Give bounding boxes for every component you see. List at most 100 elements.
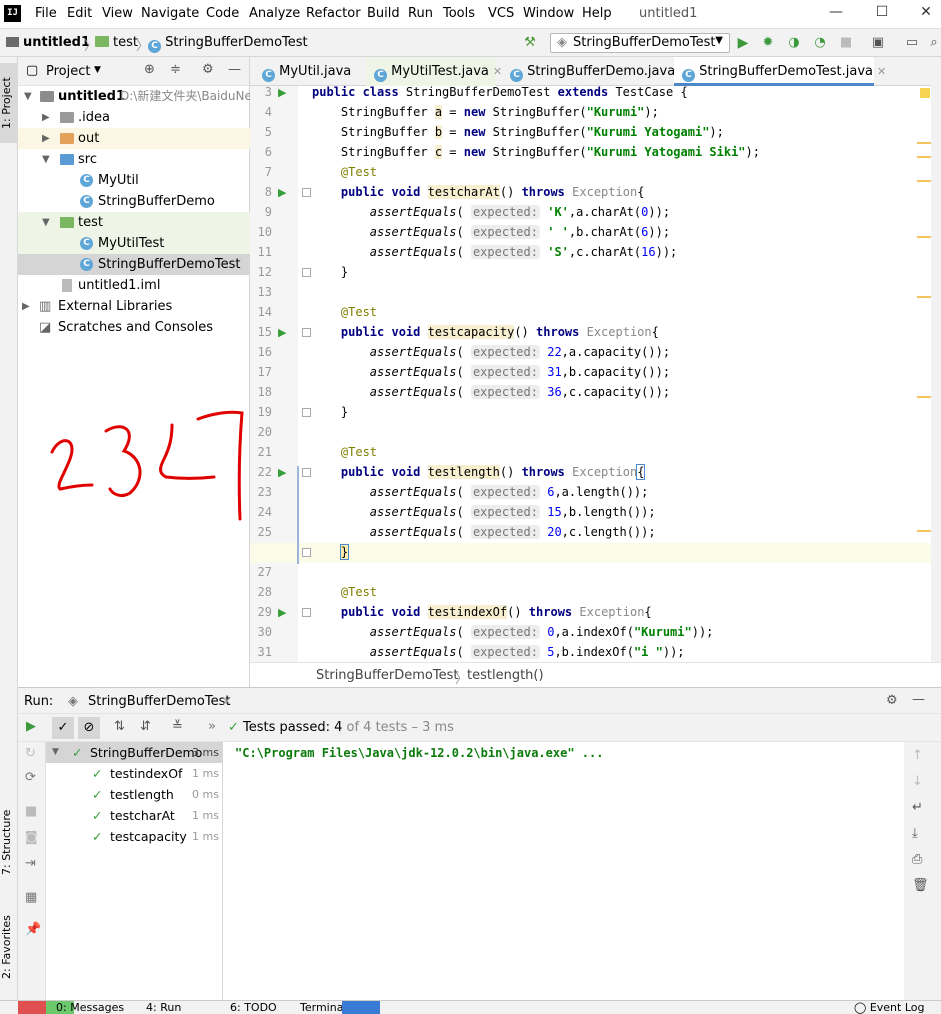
close-tab-icon[interactable]: ✕: [493, 65, 502, 78]
close-tab-icon[interactable]: ✕: [222, 695, 231, 708]
scroll-marker[interactable]: [917, 180, 931, 182]
scroll-marker[interactable]: [917, 396, 931, 398]
tree-item-out[interactable]: ▶ out: [18, 128, 250, 149]
down-arrow-icon[interactable]: ↓: [912, 774, 923, 789]
hide-icon[interactable]: —: [228, 62, 241, 77]
expand-all-icon[interactable]: ≚: [172, 719, 183, 734]
tree-item-myutil[interactable]: C MyUtil: [18, 170, 250, 191]
menu-file[interactable]: File: [35, 6, 57, 21]
fold-marker-icon[interactable]: [302, 328, 311, 337]
run-test-gutter-icon[interactable]: ▶: [278, 466, 290, 479]
tab-myutiltest[interactable]: C MyUtilTest.java ✕: [366, 57, 502, 86]
run-class-gutter-icon[interactable]: ▶: [278, 86, 290, 99]
soft-wrap-icon[interactable]: ↵: [912, 800, 923, 815]
test-suite-row[interactable]: ▼ ✓ StringBufferDemo 3 ms: [46, 742, 223, 763]
tab-stringbufferdemotest[interactable]: C StringBufferDemoTest.java ✕: [674, 57, 886, 86]
menu-help[interactable]: Help: [582, 6, 612, 21]
chevron-down-icon[interactable]: ▼: [94, 65, 101, 75]
tree-item-idea[interactable]: ▶ .idea: [18, 107, 250, 128]
stop-icon[interactable]: ■: [838, 35, 854, 51]
run-config-dropdown[interactable]: ◈ StringBufferDemoTest ▼: [550, 33, 730, 53]
run-tab-label[interactable]: StringBufferDemoTest: [88, 694, 230, 709]
rerun-icon[interactable]: ▶: [26, 719, 36, 734]
hide-icon[interactable]: —: [912, 692, 925, 707]
up-arrow-icon[interactable]: ↑: [912, 748, 923, 763]
project-tool-tab[interactable]: 1: Project: [0, 63, 18, 143]
favorites-tool-tab[interactable]: 2: Favorites: [0, 907, 18, 987]
tree-item-external-libraries[interactable]: ▶ ▥ External Libraries: [18, 296, 250, 317]
gear-icon[interactable]: ⚙: [202, 62, 214, 77]
expand-arrow-icon[interactable]: ▶: [42, 107, 52, 128]
tree-item-myutiltest[interactable]: C MyUtilTest: [18, 233, 250, 254]
terminal-tool-tab[interactable]: Terminal: [300, 1001, 347, 1014]
test-case-row[interactable]: ✓ testcapacity 1 ms: [46, 826, 223, 847]
sort-duration-icon[interactable]: ⇵: [140, 719, 151, 734]
code-area[interactable]: public class StringBufferDemoTest extend…: [298, 86, 931, 662]
analysis-status-icon[interactable]: [920, 88, 930, 98]
menu-tools[interactable]: Tools: [443, 6, 475, 21]
menu-refactor[interactable]: Refactor: [306, 6, 361, 21]
todo-tool-tab[interactable]: 6: TODO: [230, 1001, 277, 1014]
debug-icon[interactable]: ✹: [760, 35, 776, 51]
tree-item-scratches[interactable]: ◪ Scratches and Consoles: [18, 317, 250, 338]
fold-marker-icon[interactable]: [302, 408, 311, 417]
terminal-icon[interactable]: ▭: [904, 35, 920, 51]
menu-navigate[interactable]: Navigate: [141, 6, 199, 21]
camera-icon[interactable]: ◙: [25, 830, 38, 845]
close-tab-icon[interactable]: ✕: [877, 65, 886, 78]
profile-icon[interactable]: ◔: [812, 35, 828, 51]
structure-tool-tab[interactable]: 7: Structure: [0, 802, 18, 882]
menu-window[interactable]: Window: [523, 6, 574, 21]
tab-myutil[interactable]: C MyUtil.java: [254, 57, 366, 86]
tree-item-untitled1[interactable]: ▼ untitled1 D:\新建文件夹\BaiduNe: [18, 86, 250, 107]
coverage-icon[interactable]: ◑: [786, 35, 802, 51]
fold-marker-icon[interactable]: [302, 608, 311, 617]
scroll-marker[interactable]: [917, 142, 931, 144]
console-output[interactable]: "C:\Program Files\Java\jdk-12.0.2\bin\ja…: [223, 742, 904, 1000]
expand-arrow-icon[interactable]: ▼: [42, 212, 52, 233]
expand-arrow-icon[interactable]: ▶: [42, 128, 52, 149]
scroll-marker[interactable]: [917, 156, 931, 158]
scroll-to-end-icon[interactable]: ⤓: [912, 826, 918, 841]
gear-icon[interactable]: ⚙: [886, 693, 898, 708]
menu-edit[interactable]: Edit: [67, 6, 92, 21]
menu-vcs[interactable]: VCS: [488, 6, 514, 21]
run-icon[interactable]: ▶: [735, 35, 751, 51]
collapse-all-icon[interactable]: ≑: [170, 62, 181, 77]
rerun-failed-icon[interactable]: ↻: [25, 746, 36, 761]
menu-run[interactable]: Run: [408, 6, 433, 21]
project-view-title[interactable]: Project: [46, 64, 90, 79]
run-test-gutter-icon[interactable]: ▶: [278, 326, 290, 339]
menu-view[interactable]: View: [102, 6, 133, 21]
expand-arrow-icon[interactable]: ▼: [42, 149, 52, 170]
folder-crumb[interactable]: test: [95, 35, 138, 50]
fold-marker-icon[interactable]: [302, 548, 311, 557]
pin-icon[interactable]: 📌: [25, 922, 41, 937]
minimize-button[interactable]: —: [826, 4, 846, 24]
build-hammer-icon[interactable]: ⚒: [522, 35, 538, 51]
messages-tool-tab[interactable]: 0: Messages: [56, 1001, 124, 1014]
run-test-gutter-icon[interactable]: ▶: [278, 186, 290, 199]
menu-build[interactable]: Build: [367, 6, 400, 21]
fold-marker-icon[interactable]: [302, 268, 311, 277]
tree-item-stringbufferdemo[interactable]: C StringBufferDemo: [18, 191, 250, 212]
show-passed-icon[interactable]: ✓: [52, 717, 74, 739]
locate-icon[interactable]: ⊕: [144, 62, 155, 77]
event-log-tool-tab[interactable]: ◯ Event Log: [854, 1001, 924, 1014]
close-button[interactable]: ✕: [916, 4, 936, 24]
project-crumb[interactable]: untitled1: [6, 35, 90, 50]
fold-marker-icon[interactable]: [302, 188, 311, 197]
import-icon[interactable]: ⇥: [25, 856, 36, 871]
scroll-marker[interactable]: [917, 236, 931, 238]
code-editor[interactable]: 3 4 5 6 7 8 9 10 11 12 13 14 15 16 17 18 19 20 21 22 23 24 25 2…: [250, 86, 941, 662]
maximize-button[interactable]: ☐: [872, 4, 892, 24]
tab-stringbufferdemo[interactable]: C StringBufferDemo.java: [502, 57, 675, 86]
print-icon[interactable]: ⎙: [912, 852, 922, 867]
tree-item-stringbufferdemotest[interactable]: C StringBufferDemoTest: [18, 254, 250, 275]
sort-alpha-icon[interactable]: ⇅: [114, 719, 125, 734]
expand-arrow-icon[interactable]: ▼: [24, 86, 34, 107]
run-test-gutter-icon[interactable]: ▶: [278, 606, 290, 619]
menu-code[interactable]: Code: [206, 6, 239, 21]
scroll-marker[interactable]: [917, 296, 931, 298]
expand-arrow-icon[interactable]: ▼: [52, 742, 59, 763]
